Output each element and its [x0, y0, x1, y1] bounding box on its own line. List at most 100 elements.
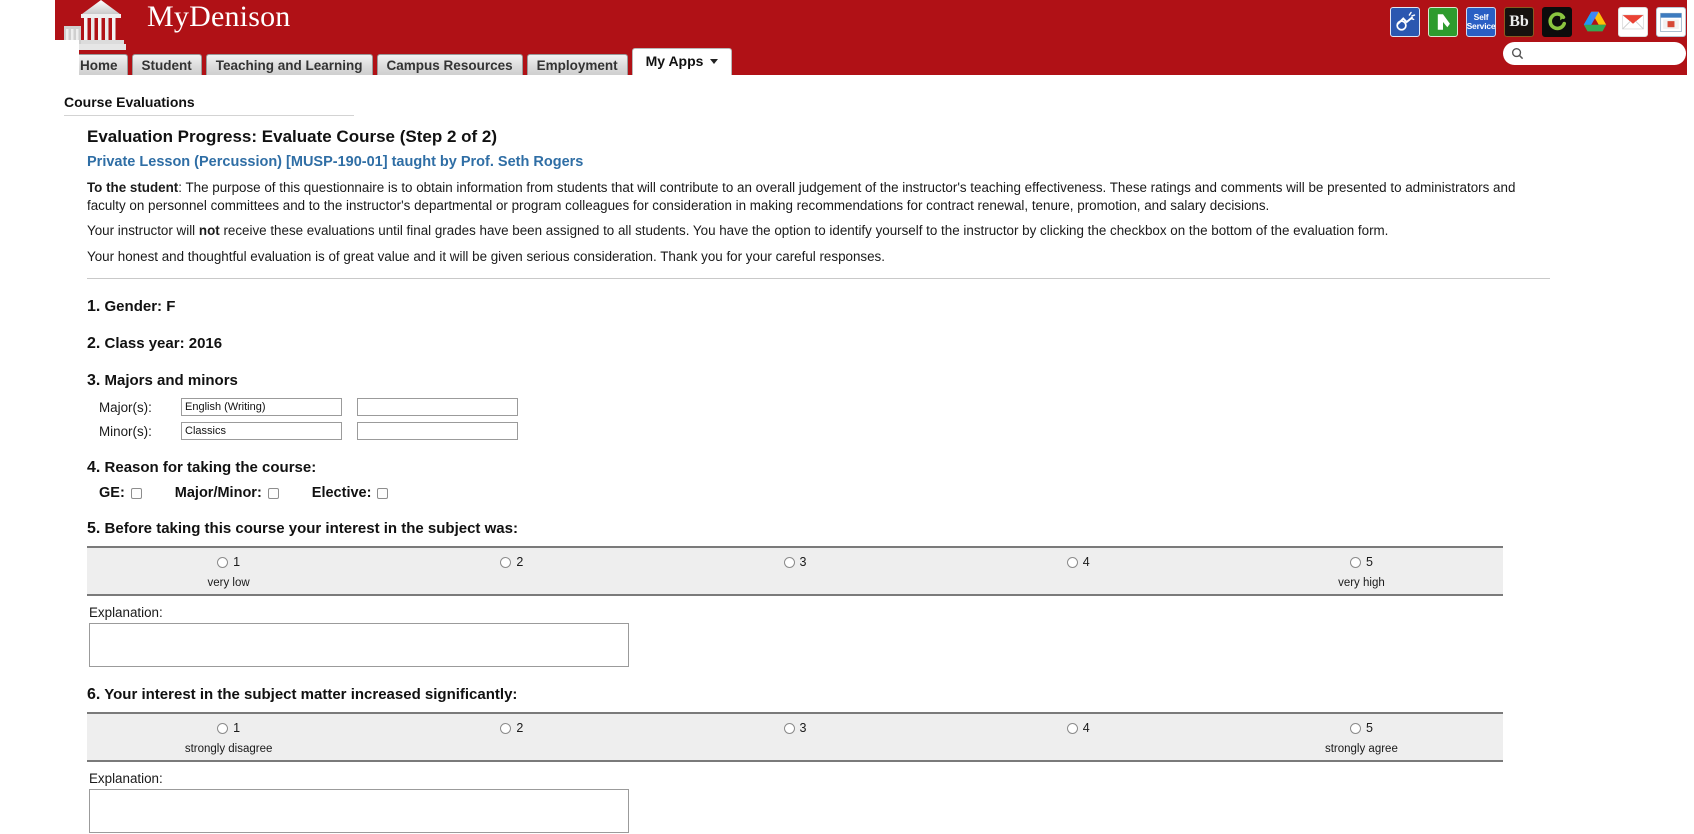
question-3-title: 3. Majors and minors — [87, 372, 1649, 390]
question-2-text: Class year: 2016 — [104, 335, 223, 353]
reason-elective-label: Elective: — [311, 485, 372, 502]
radio-q6-2[interactable] — [500, 722, 512, 734]
radio-q6-1[interactable] — [217, 722, 229, 734]
scale-value: 3 — [799, 721, 807, 736]
tab-employment[interactable]: Employment — [526, 54, 628, 75]
radio-q5-1[interactable] — [217, 556, 229, 568]
question-5-text: Before taking this course your interest … — [104, 520, 518, 538]
page-title: Evaluation Progress: Evaluate Course (St… — [87, 127, 498, 146]
tab-label: Home — [80, 57, 118, 73]
gmail-icon[interactable] — [1618, 7, 1648, 37]
scale-value: 2 — [516, 555, 524, 570]
majors-row: Major(s): — [87, 398, 1649, 417]
intro-text-2a: Your instructor will — [87, 223, 199, 239]
question-5-explanation-input[interactable] — [89, 623, 629, 668]
course-info-link[interactable]: Private Lesson (Percussion) [MUSP-190-01… — [87, 154, 1649, 170]
scale-option-4: 4 — [937, 721, 1220, 755]
scale-anchor-disagree: strongly disagree — [184, 743, 273, 756]
tab-campus-resources[interactable]: Campus Resources — [376, 54, 523, 75]
scale-option-5: 5 strongly agree — [1220, 721, 1503, 755]
major-input-1[interactable] — [181, 398, 342, 417]
scale-value: 1 — [233, 721, 241, 736]
right-page-edge — [1687, 0, 1694, 834]
tab-label: My Apps — [645, 53, 704, 69]
question-5-number: 5. — [87, 520, 101, 538]
radio-q6-3[interactable] — [783, 722, 795, 734]
scale-value: 1 — [233, 555, 241, 570]
intro-text-1: : The purpose of this questionnaire is t… — [87, 180, 1516, 213]
radio-q6-4[interactable] — [1066, 722, 1078, 734]
question-6-explanation-input[interactable] — [89, 789, 629, 834]
calendar-icon[interactable] — [1656, 7, 1686, 37]
intro-text-2b: receive these evaluations until final gr… — [219, 223, 1389, 239]
radio-q5-3[interactable] — [783, 556, 795, 568]
tab-label: Student — [141, 57, 192, 73]
self-service-icon[interactable]: Self Service — [1466, 7, 1496, 37]
tab-teaching-and-learning[interactable]: Teaching and Learning — [205, 54, 373, 75]
intro-paragraph-3: Your honest and thoughtful evaluation is… — [87, 248, 885, 264]
question-6-scale: 1 strongly disagree 2 3 4 5 strongly agr… — [87, 712, 1503, 763]
panel-corner — [55, 40, 79, 75]
blackboard-icon[interactable]: Bb — [1504, 7, 1534, 37]
scale-value: 2 — [516, 721, 524, 736]
radio-q6-5[interactable] — [1349, 722, 1361, 734]
intro-paragraph-2: Your instructor will not receive these e… — [87, 222, 1517, 240]
reason-ge-checkbox[interactable] — [130, 487, 142, 499]
question-5: 5. Before taking this course your intere… — [87, 520, 1649, 668]
question-3-text: Majors and minors — [104, 372, 238, 390]
radio-q5-5[interactable] — [1349, 556, 1361, 568]
intro-paragraph-1: To the student: The purpose of this ques… — [87, 179, 1517, 214]
radio-q5-2[interactable] — [500, 556, 512, 568]
evaluation-form: Evaluation Progress: Evaluate Course (St… — [87, 127, 1649, 834]
handshake-icon[interactable] — [1390, 7, 1420, 37]
reason-major-minor-checkbox[interactable] — [267, 487, 279, 499]
main-tab-bar: Home Student Teaching and Learning Campu… — [70, 48, 733, 75]
question-6-explanation-label: Explanation: — [89, 771, 163, 787]
tab-label: Teaching and Learning — [215, 57, 363, 73]
breadcrumb-divider — [64, 115, 354, 116]
minor-input-2[interactable] — [357, 422, 518, 441]
chevron-down-icon — [710, 58, 719, 64]
question-5-scale: 1 very low 2 3 4 5 very high — [87, 546, 1503, 597]
radio-q5-4[interactable] — [1066, 556, 1078, 568]
question-3: 3. Majors and minors Major(s): Minor(s): — [87, 372, 1649, 441]
scale-value: 4 — [1082, 555, 1090, 570]
tab-student[interactable]: Student — [131, 54, 202, 75]
reason-elective-checkbox[interactable] — [377, 487, 389, 499]
question-2-title: 2. Class year: 2016 — [87, 335, 1649, 353]
question-1: 1. Gender: F — [87, 298, 1649, 316]
to-the-student-label: To the student — [87, 180, 179, 195]
question-6-number: 6. — [87, 686, 101, 704]
scale-option-2: 2 — [370, 555, 653, 589]
canvas-icon[interactable] — [1542, 7, 1572, 37]
question-6: 6. Your interest in the subject matter i… — [87, 686, 1649, 834]
question-1-text: Gender: F — [104, 298, 176, 316]
minor-input-1[interactable] — [181, 422, 342, 441]
page-frame: MyDenison Home Student Teaching and Lear… — [0, 0, 1694, 834]
google-drive-icon[interactable] — [1580, 7, 1610, 37]
scale-option-1: 1 strongly disagree — [87, 721, 370, 755]
question-6-title: 6. Your interest in the subject matter i… — [87, 686, 1649, 704]
scale-option-3: 3 — [653, 721, 936, 755]
scale-option-3: 3 — [653, 555, 936, 589]
reason-ge-label: GE: — [99, 485, 125, 502]
search-box[interactable] — [1503, 42, 1686, 65]
scale-anchor-low: very low — [207, 577, 250, 590]
scale-option-4: 4 — [937, 555, 1220, 589]
major-input-2[interactable] — [357, 398, 518, 417]
moodle-icon[interactable] — [1428, 7, 1458, 37]
search-input[interactable] — [1528, 45, 1678, 62]
breadcrumb: Course Evaluations — [64, 94, 195, 110]
tab-my-apps[interactable]: My Apps — [631, 48, 733, 75]
search-icon — [1511, 47, 1524, 60]
site-logo[interactable]: MyDenison — [62, 0, 362, 52]
question-4-text: Reason for taking the course: — [104, 459, 317, 477]
question-1-number: 1. — [87, 298, 101, 316]
majors-label: Major(s): — [99, 399, 152, 415]
tab-label: Employment — [536, 57, 618, 73]
question-3-number: 3. — [87, 372, 101, 390]
question-1-title: 1. Gender: F — [87, 298, 1649, 316]
question-4: 4. Reason for taking the course: GE: Maj… — [87, 459, 1649, 501]
blackboard-label: Bb — [1509, 13, 1529, 30]
minors-row: Minor(s): — [87, 422, 1649, 441]
